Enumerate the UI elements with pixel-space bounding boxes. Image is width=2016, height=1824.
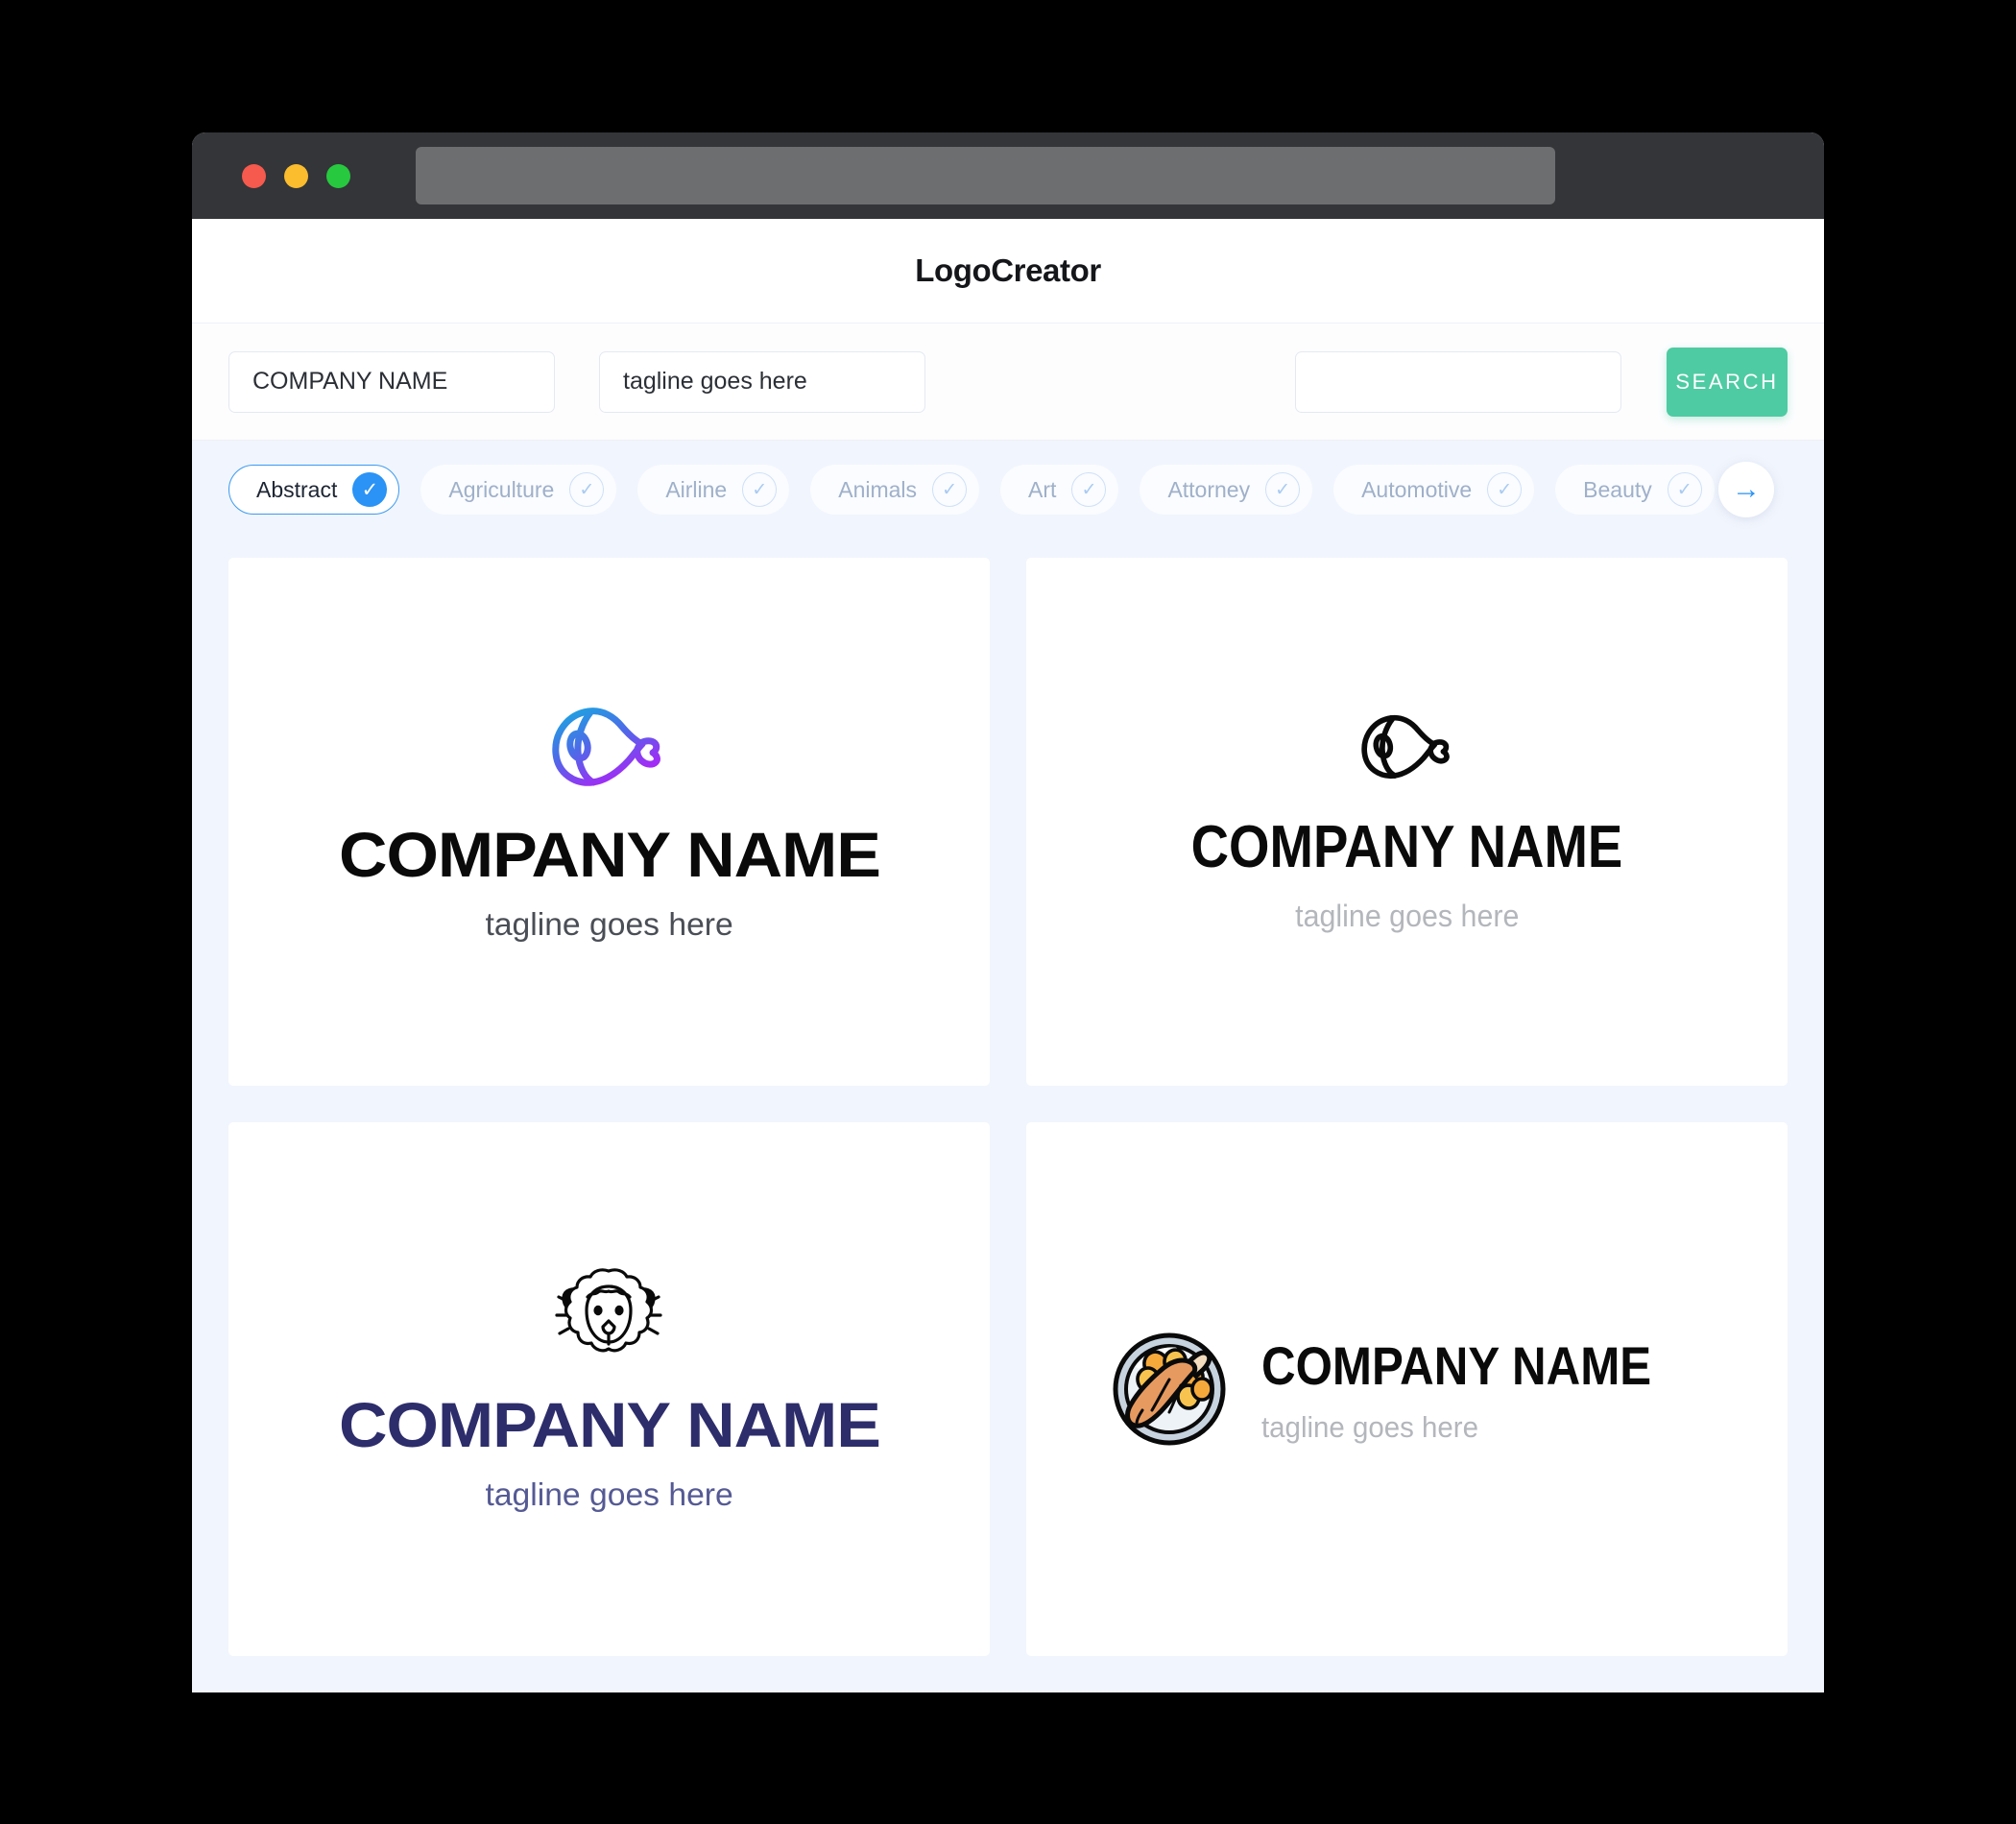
logo-tagline: tagline goes here (1260, 1409, 1478, 1444)
category-chip-label: Airline (665, 476, 728, 502)
categories-next-arrow-icon[interactable]: → (1718, 462, 1774, 517)
check-outline-icon: ✓ (742, 472, 778, 507)
logo-card[interactable]: COMPANY NAME tagline goes here (1026, 1122, 1788, 1656)
category-chip-list: Abstract ✓ Agriculture ✓ Airline ✓ Animals ✓ Art… (228, 465, 1736, 515)
page-title: LogoCreator (915, 252, 1101, 288)
minimize-window-button[interactable] (284, 163, 308, 188)
category-chip-airline[interactable]: Airline ✓ (637, 465, 790, 515)
logo-card[interactable]: COMPANY NAME tagline goes here (228, 1122, 990, 1656)
ham-leg-icon (546, 701, 671, 793)
site-header: LogoCreator (192, 219, 1824, 323)
ham-leg-icon (1356, 709, 1458, 784)
check-outline-icon: ✓ (1071, 472, 1107, 507)
category-chip-label: Attorney (1167, 476, 1251, 502)
logo-card[interactable]: COMPANY NAME tagline goes here (1026, 558, 1788, 1086)
check-outline-icon: ✓ (1487, 472, 1523, 507)
keyword-input[interactable] (1295, 350, 1621, 413)
logo-tagline: tagline goes here (1294, 899, 1520, 933)
category-chip-art[interactable]: Art ✓ (1000, 465, 1119, 515)
category-chip-agriculture[interactable]: Agriculture ✓ (420, 465, 617, 515)
logo-preview: COMPANY NAME tagline goes here (339, 701, 880, 943)
roast-chicken-plate-icon (1110, 1330, 1229, 1449)
browser-titlebar (192, 132, 1824, 219)
logo-company-name: COMPANY NAME (338, 819, 881, 890)
category-filter-bar: Abstract ✓ Agriculture ✓ Airline ✓ Animals ✓ Art… (192, 441, 1824, 539)
logo-preview: COMPANY NAME tagline goes here (1162, 709, 1652, 934)
check-outline-icon: ✓ (569, 472, 605, 507)
category-chip-abstract[interactable]: Abstract ✓ (228, 465, 400, 515)
search-button[interactable]: SEARCH (1667, 347, 1788, 417)
logo-preview: COMPANY NAME tagline goes here (339, 1265, 880, 1513)
logo-preview: COMPANY NAME tagline goes here (1110, 1330, 1705, 1449)
category-chip-beauty[interactable]: Beauty ✓ (1555, 465, 1715, 515)
logo-company-name: COMPANY NAME (338, 1389, 881, 1460)
logo-company-name: COMPANY NAME (1260, 1334, 1651, 1396)
logo-tagline: tagline goes here (485, 906, 733, 942)
category-chip-label: Automotive (1361, 476, 1473, 502)
logo-card[interactable]: COMPANY NAME tagline goes here (228, 558, 990, 1086)
address-bar[interactable] (416, 147, 1555, 204)
category-chip-animals[interactable]: Animals ✓ (810, 465, 980, 515)
logo-company-name: COMPANY NAME (1190, 814, 1623, 880)
check-outline-icon: ✓ (1667, 472, 1702, 507)
close-window-button[interactable] (242, 163, 266, 188)
check-outline-icon: ✓ (1265, 472, 1301, 507)
category-chip-attorney[interactable]: Attorney ✓ (1140, 465, 1313, 515)
logo-text-block: COMPANY NAME tagline goes here (1261, 1334, 1705, 1445)
browser-window: LogoCreator SEARCH Abstract ✓ Agriculture ✓… (192, 132, 1824, 1692)
check-filled-icon: ✓ (352, 472, 388, 507)
check-outline-icon: ✓ (932, 472, 968, 507)
category-chip-label: Abstract (256, 476, 338, 502)
search-toolbar: SEARCH (192, 323, 1824, 441)
logo-tagline: tagline goes here (485, 1476, 733, 1512)
maximize-window-button[interactable] (326, 163, 350, 188)
sheep-head-icon (555, 1265, 663, 1365)
company-name-input[interactable] (228, 350, 555, 413)
category-chip-label: Agriculture (448, 476, 555, 502)
logo-results-grid: COMPANY NAME tagline goes here COMPANY N… (192, 539, 1824, 1692)
category-chip-label: Animals (838, 476, 918, 502)
category-chip-label: Art (1028, 476, 1057, 502)
tagline-input[interactable] (599, 350, 925, 413)
category-chip-automotive[interactable]: Automotive ✓ (1333, 465, 1535, 515)
category-chip-label: Beauty (1583, 476, 1652, 502)
window-controls (242, 163, 350, 188)
